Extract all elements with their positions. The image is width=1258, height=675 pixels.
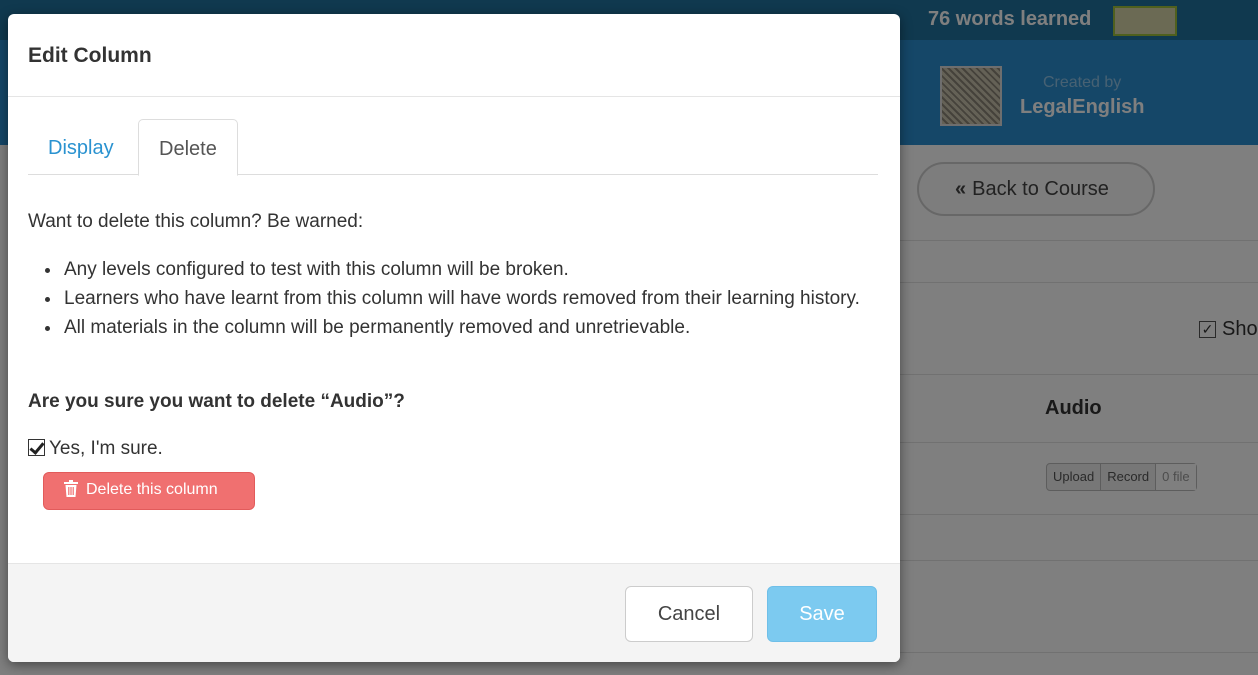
modal-title: Edit Column [28,44,152,67]
cancel-button[interactable]: Cancel [625,586,753,642]
warning-item: All materials in the column will be perm… [62,313,888,342]
confirm-checkbox[interactable] [28,439,45,456]
tab-bar: Display Delete [28,119,878,176]
warning-item: Any levels configured to test with this … [62,255,888,284]
delete-column-label: Delete this column [86,481,218,498]
warning-intro: Want to delete this column? Be warned: [28,211,364,232]
warning-item: Learners who have learnt from this colum… [62,284,888,313]
modal-header: Edit Column [8,14,900,97]
warning-list: Any levels configured to test with this … [48,255,888,342]
delete-column-button[interactable]: Delete this column [43,472,255,510]
trash-icon [64,480,78,502]
edit-column-modal: Edit Column Display Delete Want to delet… [8,14,900,662]
confirm-row: Yes, I'm sure. [28,438,163,460]
tab-display[interactable]: Display [28,119,134,175]
confirm-checkbox-label[interactable]: Yes, I'm sure. [49,438,163,459]
tab-delete[interactable]: Delete [138,119,238,176]
save-button[interactable]: Save [767,586,877,642]
modal-footer: Cancel Save [8,563,900,662]
confirm-question: Are you sure you want to delete “Audio”? [28,391,405,412]
